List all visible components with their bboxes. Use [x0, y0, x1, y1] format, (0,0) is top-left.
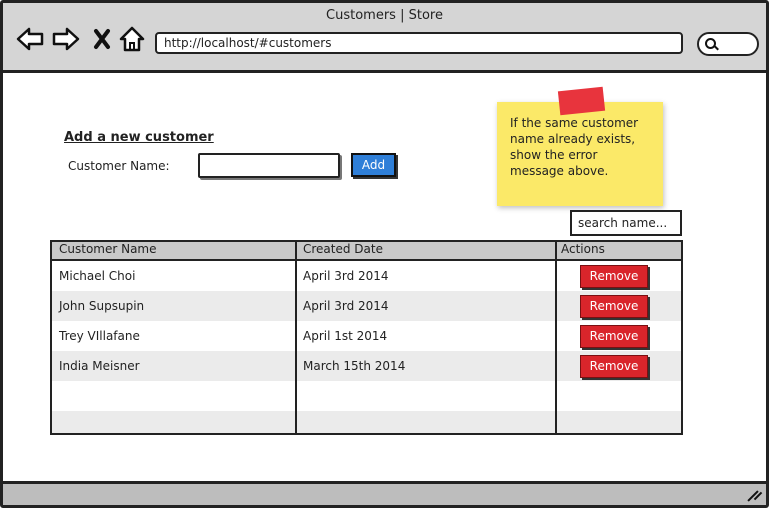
back-arrow-icon[interactable] — [15, 25, 45, 53]
browser-window: Customers | Store http://localhost/#cust… — [0, 0, 769, 508]
sticky-note-text: If the same customer name already exists… — [510, 116, 639, 178]
table-row-empty — [52, 381, 681, 411]
address-bar[interactable]: http://localhost/#customers — [155, 32, 683, 54]
column-divider — [295, 242, 297, 433]
remove-button[interactable]: Remove — [580, 325, 648, 348]
created-date-cell: April 3rd 2014 — [303, 269, 389, 283]
table-search-input[interactable]: search name... — [570, 210, 682, 236]
created-date-cell: April 1st 2014 — [303, 329, 388, 343]
customer-name-cell: Michael Choi — [59, 269, 136, 283]
table-row: Michael Choi April 3rd 2014 Remove — [52, 261, 681, 291]
created-date-cell: April 3rd 2014 — [303, 299, 389, 313]
home-icon[interactable] — [117, 25, 147, 53]
tape-strip — [557, 86, 606, 116]
title-bar: Customers | Store http://localhost/#cust… — [3, 3, 766, 73]
browser-search-button[interactable] — [697, 32, 759, 56]
table-header: Customer Name Created Date Actions — [52, 242, 681, 261]
add-button[interactable]: Add — [351, 153, 396, 177]
forward-arrow-icon[interactable] — [51, 25, 81, 53]
column-divider — [555, 242, 557, 433]
customer-name-cell: John Supsupin — [59, 299, 145, 313]
table-row: John Supsupin April 3rd 2014 Remove — [52, 291, 681, 321]
sticky-note: If the same customer name already exists… — [497, 102, 663, 206]
window-title: Customers | Store — [326, 8, 443, 23]
table-row: India Meisner March 15th 2014 Remove — [52, 351, 681, 381]
column-header-name: Customer Name — [59, 242, 157, 256]
resize-grip-icon[interactable] — [744, 489, 763, 503]
table-row-empty — [52, 411, 681, 433]
remove-button[interactable]: Remove — [580, 265, 648, 288]
customer-name-cell: Trey VIllafane — [59, 329, 140, 343]
page-content: Add a new customer Customer Name: Add If… — [3, 76, 766, 481]
status-bar — [3, 481, 766, 505]
column-header-date: Created Date — [303, 242, 383, 256]
customer-name-cell: India Meisner — [59, 359, 140, 373]
add-customer-heading: Add a new customer — [64, 130, 214, 145]
remove-button[interactable]: Remove — [580, 355, 648, 378]
customers-table: Customer Name Created Date Actions Micha… — [50, 240, 683, 435]
column-header-actions: Actions — [561, 242, 605, 256]
created-date-cell: March 15th 2014 — [303, 359, 406, 373]
remove-button[interactable]: Remove — [580, 295, 648, 318]
close-x-icon[interactable] — [87, 25, 117, 53]
table-row: Trey VIllafane April 1st 2014 Remove — [52, 321, 681, 351]
customer-name-input[interactable] — [198, 153, 340, 178]
customer-name-label: Customer Name: — [68, 159, 170, 173]
